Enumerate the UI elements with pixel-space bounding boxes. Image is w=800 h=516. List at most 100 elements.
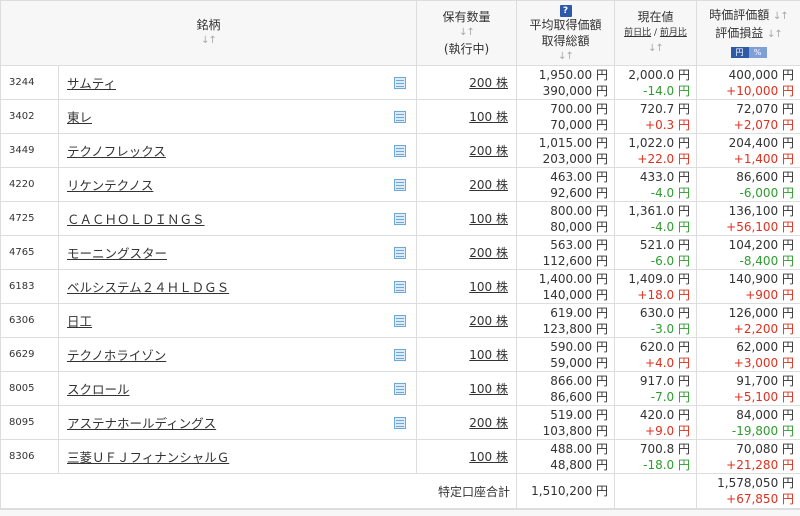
- summary-total-cost: 1,510,200 円: [517, 474, 615, 509]
- stock-name-link[interactable]: テクノホライゾン: [67, 348, 166, 363]
- memo-icon[interactable]: [394, 145, 406, 157]
- stock-name-cell: 東レ: [59, 100, 417, 134]
- stock-name-cell: スクロール: [59, 372, 417, 406]
- sort-icon[interactable]: ↓↑: [517, 49, 614, 65]
- header-profit-loss-label: 評価損益: [715, 26, 763, 40]
- valuation-cell: 204,400 円+1,400 円: [697, 134, 800, 168]
- header-current-price[interactable]: 現在値 前日比 / 前月比 ↓↑: [615, 1, 697, 66]
- summary-row: 特定口座合計 1,510,200 円 1,578,050 円 +67,850 円: [1, 474, 800, 509]
- market-value: 86,600 円: [697, 169, 794, 185]
- stock-code: 6306: [1, 304, 59, 338]
- current-price: 420.0 円: [615, 407, 690, 423]
- quantity-link[interactable]: 100 株: [469, 382, 508, 396]
- quantity-link[interactable]: 100 株: [469, 280, 508, 294]
- header-valuation[interactable]: 時価評価額 ↓↑ 評価損益 ↓↑ 円%: [697, 1, 800, 66]
- memo-icon[interactable]: [394, 349, 406, 361]
- memo-icon[interactable]: [394, 247, 406, 259]
- valuation-cell: 140,900 円+900 円: [697, 270, 800, 304]
- price-cell: 620.0 円+4.0 円: [615, 338, 697, 372]
- profit-loss: +21,280 円: [697, 457, 794, 473]
- quantity-link[interactable]: 200 株: [469, 416, 508, 430]
- memo-icon[interactable]: [394, 383, 406, 395]
- memo-icon[interactable]: [394, 417, 406, 429]
- stock-code: 4220: [1, 168, 59, 202]
- quantity-link[interactable]: 100 株: [469, 110, 508, 124]
- summary-valuation: 1,578,050 円 +67,850 円: [697, 474, 800, 509]
- stock-name-link[interactable]: テクノフレックス: [67, 144, 166, 159]
- market-value: 204,400 円: [697, 135, 794, 151]
- cost-cell: 800.00 円80,000 円: [517, 202, 615, 236]
- average-cost: 590.00 円: [517, 339, 608, 355]
- prev-month-link[interactable]: 前月比: [660, 28, 687, 38]
- profit-loss: +2,070 円: [697, 117, 794, 133]
- quantity-link[interactable]: 100 株: [469, 212, 508, 226]
- price-change: -14.0 円: [615, 83, 690, 99]
- stock-code: 8306: [1, 440, 59, 474]
- stock-name-link[interactable]: アステナホールディングス: [67, 416, 216, 431]
- stock-name-link[interactable]: ＣＡＣＨＯＬＤＩＮＧＳ: [67, 212, 205, 227]
- quantity-link[interactable]: 200 株: [469, 178, 508, 192]
- stock-name-link[interactable]: モーニングスター: [67, 246, 167, 261]
- header-stock[interactable]: 銘柄 ↓↑: [1, 1, 417, 66]
- total-cost: 80,000 円: [517, 219, 608, 235]
- header-quantity[interactable]: 保有数量 ↓↑ (執行中): [417, 1, 517, 66]
- quantity-link[interactable]: 200 株: [469, 76, 508, 90]
- average-cost: 463.00 円: [517, 169, 608, 185]
- quantity-link[interactable]: 200 株: [469, 144, 508, 158]
- memo-icon[interactable]: [394, 315, 406, 327]
- price-change: -4.0 円: [615, 219, 690, 235]
- average-cost: 563.00 円: [517, 237, 608, 253]
- memo-icon[interactable]: [394, 213, 406, 225]
- stock-code: 3449: [1, 134, 59, 168]
- total-cost: 86,600 円: [517, 389, 608, 405]
- stock-name-link[interactable]: 日工: [67, 314, 92, 329]
- valuation-cell: 400,000 円+10,000 円: [697, 66, 800, 100]
- quantity-link[interactable]: 200 株: [469, 314, 508, 328]
- profit-loss: -8,400 円: [697, 253, 794, 269]
- price-cell: 420.0 円+9.0 円: [615, 406, 697, 440]
- header-stock-label: 銘柄: [1, 17, 416, 33]
- price-cell: 1,022.0 円+22.0 円: [615, 134, 697, 168]
- stock-name-cell: サムティ: [59, 66, 417, 100]
- memo-icon[interactable]: [394, 111, 406, 123]
- quantity-link[interactable]: 100 株: [469, 348, 508, 362]
- stock-name-cell: 三菱ＵＦＪフィナンシャルＧ: [59, 440, 417, 474]
- table-header-row: 銘柄 ↓↑ 保有数量 ↓↑ (執行中) ? 平均取得価額 取得総額 ↓↑ 現在値…: [1, 1, 800, 66]
- stock-name-cell: テクノホライゾン: [59, 338, 417, 372]
- stock-code: 4725: [1, 202, 59, 236]
- market-value: 104,200 円: [697, 237, 794, 253]
- toggle-percent-button[interactable]: %: [749, 47, 767, 58]
- header-average-cost[interactable]: ? 平均取得価額 取得総額 ↓↑: [517, 1, 615, 66]
- market-value: 62,000 円: [697, 339, 794, 355]
- stock-name-link[interactable]: 三菱ＵＦＪフィナンシャルＧ: [67, 450, 229, 465]
- memo-icon[interactable]: [394, 281, 406, 293]
- memo-icon[interactable]: [394, 179, 406, 191]
- sort-icon[interactable]: ↓↑: [767, 29, 782, 40]
- total-cost: 48,800 円: [517, 457, 608, 473]
- sort-icon[interactable]: ↓↑: [615, 41, 696, 57]
- sort-icon[interactable]: ↓↑: [1, 33, 416, 49]
- sort-icon[interactable]: ↓↑: [773, 11, 788, 22]
- stock-name-link[interactable]: 東レ: [67, 110, 92, 125]
- memo-icon[interactable]: [394, 77, 406, 89]
- price-change: +0.3 円: [615, 117, 690, 133]
- quantity-link[interactable]: 200 株: [469, 246, 508, 260]
- stock-name-link[interactable]: サムティ: [67, 76, 116, 91]
- price-cell: 2,000.0 円-14.0 円: [615, 66, 697, 100]
- stock-name-link[interactable]: リケンテクノス: [67, 178, 153, 193]
- quantity-cell: 100 株: [417, 338, 517, 372]
- valuation-cell: 86,600 円-6,000 円: [697, 168, 800, 202]
- price-change: +9.0 円: [615, 423, 690, 439]
- stock-code: 6183: [1, 270, 59, 304]
- prev-day-link[interactable]: 前日比: [624, 28, 651, 38]
- quantity-link[interactable]: 100 株: [469, 450, 508, 464]
- average-cost: 700.00 円: [517, 101, 608, 117]
- stock-name-link[interactable]: スクロール: [67, 382, 130, 397]
- summary-empty-cell: [615, 474, 697, 509]
- market-value: 400,000 円: [697, 67, 794, 83]
- current-price: 1,409.0 円: [615, 271, 690, 287]
- help-icon[interactable]: ?: [560, 5, 572, 17]
- stock-name-link[interactable]: ベルシステム２４ＨＬＤＧＳ: [67, 280, 229, 295]
- toggle-yen-button[interactable]: 円: [731, 47, 749, 58]
- sort-icon[interactable]: ↓↑: [417, 25, 516, 41]
